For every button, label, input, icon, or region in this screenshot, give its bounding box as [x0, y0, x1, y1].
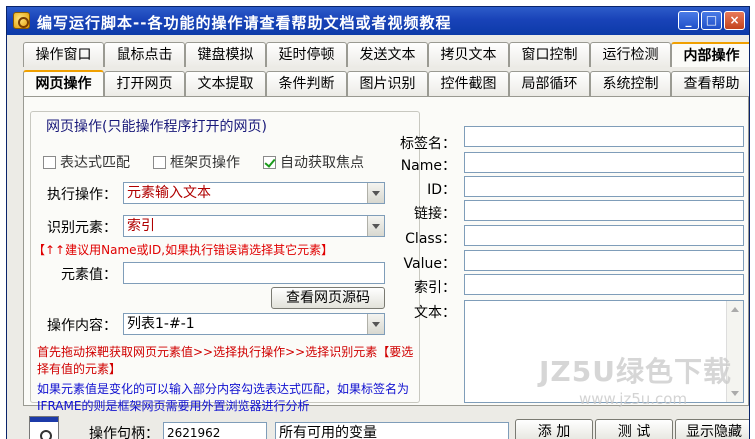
op-content-label: 操作内容： [47, 318, 117, 334]
variables-select[interactable]: 所有可用的变量 [275, 422, 509, 439]
checkbox-box[interactable] [263, 155, 276, 169]
expression-match-checkbox[interactable]: 表达式匹配 [43, 152, 130, 172]
index-label: 索引： [414, 280, 456, 296]
tab-primary-4[interactable]: 发送文本 [347, 42, 428, 67]
checkbox-label: 框架页操作 [170, 155, 240, 171]
checkbox-box[interactable] [153, 155, 166, 169]
checkbox-label: 表达式匹配 [60, 155, 130, 171]
group-title: 网页操作(只能操作程序打开的网页) [43, 116, 270, 136]
identify-select[interactable]: 索引 [123, 215, 385, 237]
view-source-button[interactable]: 查看网页源码 [271, 287, 385, 309]
close-button[interactable]: × [724, 11, 745, 30]
window-title: 编写运行脚本--各功能的操作请查看帮助文档或者视频教程 [37, 14, 452, 32]
scroll-up-icon[interactable] [731, 307, 739, 312]
op-content-select[interactable]: 列表1-#-1 [123, 313, 385, 335]
exec-op-select[interactable]: 元素输入文本 [123, 182, 385, 204]
identify-label: 识别元素： [47, 220, 117, 236]
tab-primary-7[interactable]: 运行检测 [590, 42, 671, 67]
web-operation-group: 网页操作(只能操作程序打开的网页) 表达式匹配 框架页操作 自动获取焦点 执行操… [30, 111, 420, 413]
value-label: Value： [403, 256, 456, 272]
name-input[interactable] [464, 152, 744, 173]
value-input[interactable] [464, 250, 744, 271]
handle-label: 操作句柄： [89, 426, 159, 439]
tab-secondary-1[interactable]: 打开网页 [104, 71, 185, 96]
text-area[interactable] [464, 300, 744, 403]
tab-secondary-3[interactable]: 条件判断 [266, 71, 347, 96]
scroll-down-icon[interactable] [731, 391, 739, 396]
instruction-red: 首先拖动探靶获取网页元素值>>选择执行操作>>选择识别元素【要选择有值的元素】 [37, 345, 414, 376]
class-label: Class： [405, 231, 456, 247]
name-label: Name： [400, 158, 456, 174]
chevron-down-icon[interactable] [367, 183, 384, 203]
auto-focus-checkbox[interactable]: 自动获取焦点 [263, 152, 364, 172]
exec-op-value: 元素输入文本 [127, 185, 211, 201]
title-bar: 编写运行脚本--各功能的操作请查看帮助文档或者视频教程 _ □ × [7, 7, 749, 35]
handle-input[interactable]: 2621962 [163, 422, 267, 439]
chevron-down-icon[interactable] [367, 314, 384, 334]
vertical-scrollbar[interactable] [726, 301, 743, 402]
app-icon [13, 12, 30, 29]
tab-primary-8[interactable]: 内部操作 [671, 42, 749, 67]
toggle-visibility-button[interactable]: 显示隐藏 [675, 419, 749, 439]
tag-name-label: 标签名： [400, 136, 456, 152]
link-input[interactable] [464, 200, 744, 221]
tab-primary-5[interactable]: 拷贝文本 [428, 42, 509, 67]
class-input[interactable] [464, 225, 744, 246]
tab-secondary-6[interactable]: 局部循环 [509, 71, 590, 96]
element-value-input[interactable] [123, 262, 385, 284]
frame-page-checkbox[interactable]: 框架页操作 [153, 152, 240, 172]
minimize-button[interactable]: _ [678, 11, 699, 30]
identify-value: 索引 [127, 218, 155, 234]
text-label: 文本： [414, 305, 456, 321]
tab-secondary-7[interactable]: 系统控制 [590, 71, 671, 96]
checkbox-box[interactable] [43, 155, 56, 169]
tab-primary-1[interactable]: 鼠标点击 [104, 42, 185, 67]
tab-primary-0[interactable]: 操作窗口 [23, 42, 104, 67]
tab-secondary-4[interactable]: 图片识别 [347, 71, 428, 96]
tab-row-primary: 操作窗口 鼠标点击 键盘模拟 延时停顿 发送文本 拷贝文本 窗口控制 运行检测 内部操作 [23, 42, 749, 67]
tab-primary-3[interactable]: 延时停顿 [266, 42, 347, 67]
web-operation-panel: 网页操作(只能操作程序打开的网页) 表达式匹配 框架页操作 自动获取焦点 执行操… [23, 96, 749, 413]
checkbox-label: 自动获取焦点 [280, 155, 364, 171]
app-window: 编写运行脚本--各功能的操作请查看帮助文档或者视频教程 _ □ × 操作窗口 鼠标… [6, 6, 750, 439]
tab-secondary-2[interactable]: 文本提取 [185, 71, 266, 96]
id-label: ID： [427, 182, 456, 198]
link-label: 链接： [414, 206, 456, 222]
exec-op-label: 执行操作： [47, 187, 117, 203]
maximize-button[interactable]: □ [701, 11, 722, 30]
index-input[interactable] [464, 274, 744, 295]
id-input[interactable] [464, 176, 744, 197]
test-button[interactable]: 测 试 [595, 419, 673, 439]
element-value-label: 元素值： [61, 267, 117, 283]
bottom-bar: 操作句柄： 2621962 所有可用的变量 添 加 测 试 显示隐藏 [23, 409, 749, 439]
recommend-hint: 【↑↑建议用Name或ID,如果执行错误请选择其它元素】 [33, 243, 334, 257]
tag-name-input[interactable] [464, 126, 744, 147]
tab-primary-6[interactable]: 窗口控制 [509, 42, 590, 67]
tab-primary-2[interactable]: 键盘模拟 [185, 42, 266, 67]
tab-secondary-5[interactable]: 控件截图 [428, 71, 509, 96]
chevron-down-icon[interactable] [367, 216, 384, 236]
tab-row-secondary: 网页操作 打开网页 文本提取 条件判断 图片识别 控件截图 局部循环 系统控制 查看帮助 [23, 70, 749, 97]
op-content-value: 列表1-#-1 [127, 316, 195, 332]
tab-secondary-0[interactable]: 网页操作 [23, 70, 104, 97]
tab-secondary-8[interactable]: 查看帮助 [671, 71, 749, 96]
target-finder-icon[interactable] [29, 416, 59, 439]
add-button[interactable]: 添 加 [515, 419, 593, 439]
